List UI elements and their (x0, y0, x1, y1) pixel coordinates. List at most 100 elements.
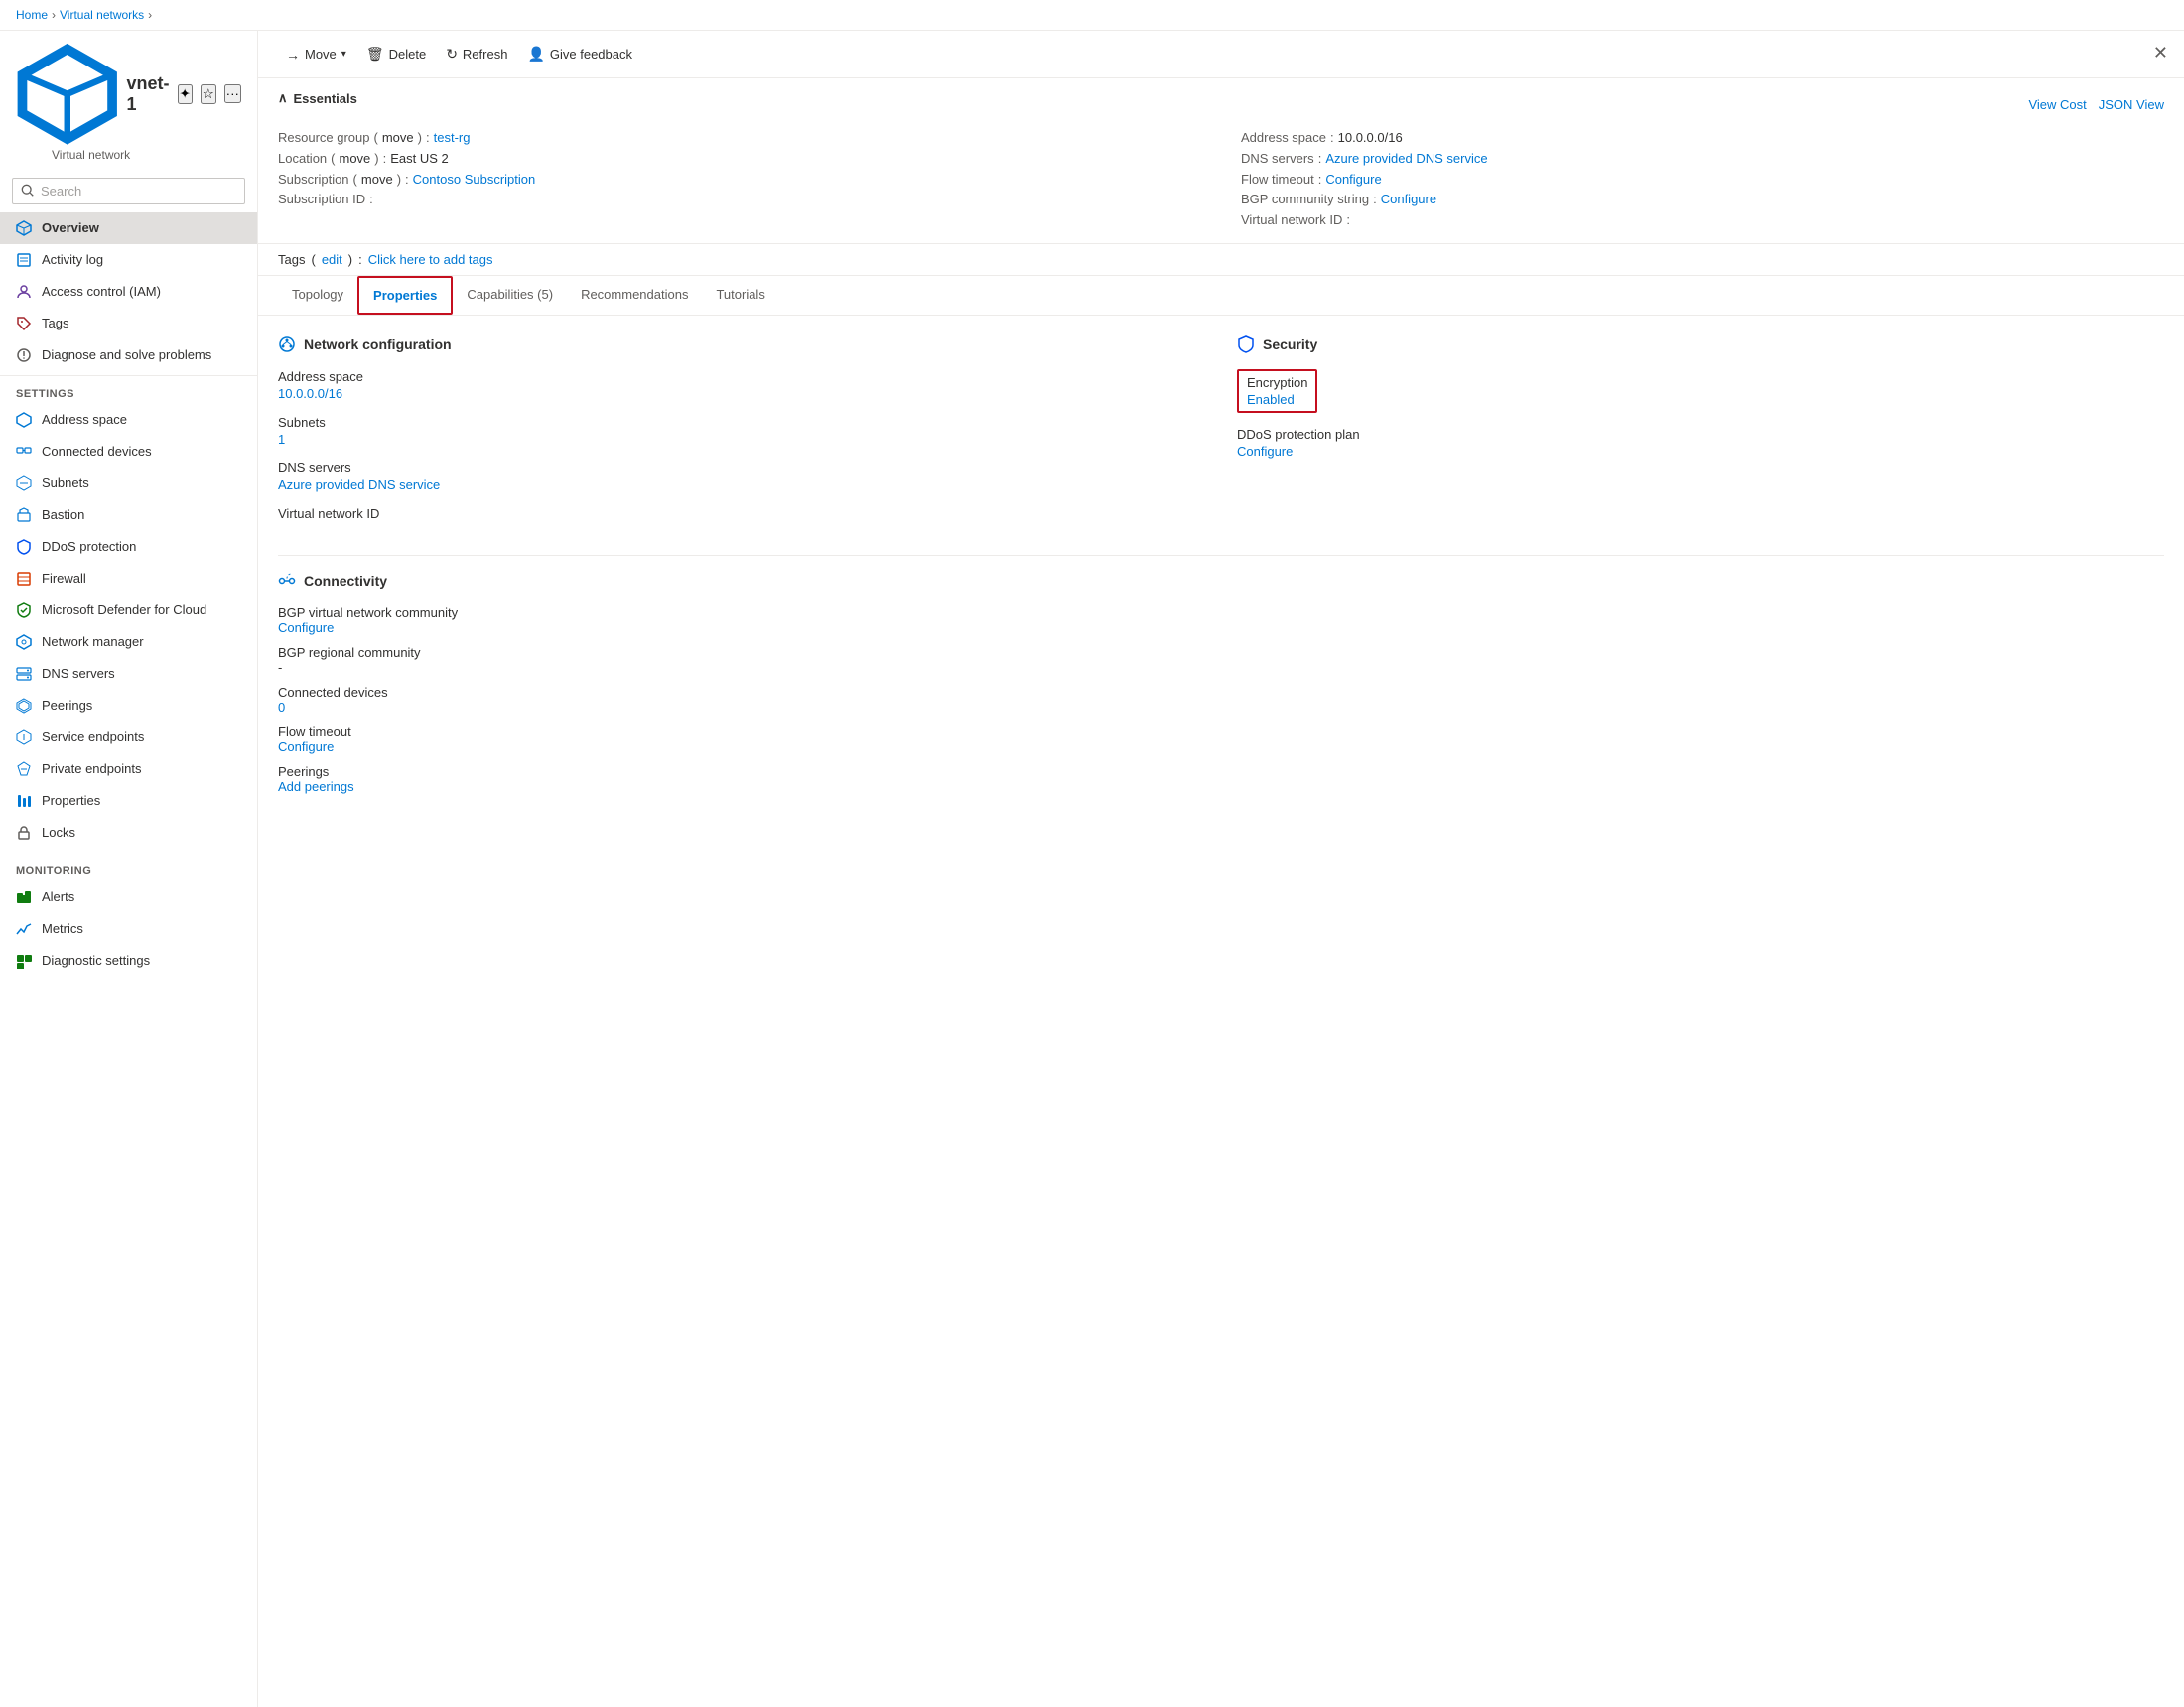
json-view-link[interactable]: JSON View (2099, 97, 2164, 112)
subscription-id-row: Subscription ID : (278, 190, 1201, 210)
prop-dns-servers: DNS servers Azure provided DNS service (278, 460, 1205, 492)
bgp-community-value-link[interactable]: Configure (1381, 192, 1436, 206)
sidebar-item-diagnostic[interactable]: Diagnostic settings (0, 945, 257, 977)
network-config-icon (278, 335, 296, 353)
conn-bgp-regional-value: - (278, 660, 1201, 675)
sidebar-item-ddos[interactable]: DDoS protection (0, 531, 257, 563)
delete-button[interactable]: 🗑 Delete (358, 41, 434, 67)
favorite-button[interactable]: ☆ (201, 84, 216, 104)
sidebar-item-tags[interactable]: Tags (0, 308, 257, 339)
encryption-value-link[interactable]: Enabled (1247, 392, 1295, 407)
delete-icon: 🗑 (366, 46, 384, 63)
tab-tutorials[interactable]: Tutorials (702, 277, 778, 314)
more-button[interactable]: ··· (224, 84, 241, 103)
sidebar-item-dns-servers[interactable]: DNS servers (0, 658, 257, 690)
sidebar-item-activity-log[interactable]: Activity log (0, 244, 257, 276)
search-container (0, 170, 257, 212)
security-section: Security Encryption Enabled DDoS protect… (1237, 335, 2164, 535)
move-chevron-icon: ▾ (341, 49, 346, 60)
sidebar-item-peerings-label: Peerings (42, 698, 92, 713)
sidebar-item-properties[interactable]: Properties (0, 785, 257, 817)
search-input[interactable] (12, 178, 245, 204)
move-button[interactable]: → Move ▾ (278, 42, 354, 67)
tags-icon (16, 316, 32, 331)
subscription-move-link[interactable]: move (361, 170, 393, 191)
sidebar-item-iam[interactable]: Access control (IAM) (0, 276, 257, 308)
close-button[interactable]: ✕ (2153, 43, 2168, 64)
sidebar-item-peerings[interactable]: Peerings (0, 690, 257, 722)
sidebar-item-activity-label: Activity log (42, 252, 103, 267)
sidebar-item-metrics[interactable]: Metrics (0, 913, 257, 945)
tab-topology[interactable]: Topology (278, 277, 357, 314)
prop-address-space: Address space 10.0.0.0/16 (278, 369, 1205, 401)
tags-label: Tags (278, 252, 305, 267)
pin-button[interactable]: ✦ (178, 84, 193, 104)
sidebar-item-address-space[interactable]: Address space (0, 404, 257, 436)
feedback-button[interactable]: 👤 Give feedback (519, 41, 640, 67)
resource-group-move-link[interactable]: move (382, 128, 414, 149)
ddos-configure-link[interactable]: Configure (1237, 444, 1293, 459)
sidebar-item-bastion[interactable]: Bastion (0, 499, 257, 531)
location-row: Location (move) : East US 2 (278, 149, 1201, 170)
main-content: ✕ → Move ▾ 🗑 Delete ↻ Refresh 👤 Give fee… (258, 31, 2184, 1707)
sidebar-item-alerts[interactable]: Alerts (0, 881, 257, 913)
sidebar-item-alerts-label: Alerts (42, 889, 74, 904)
sidebar-item-service-endpoints[interactable]: Service endpoints (0, 722, 257, 753)
breadcrumb-section[interactable]: Virtual networks (60, 8, 144, 22)
breadcrumb-home[interactable]: Home (16, 8, 48, 22)
dns-servers-value-link[interactable]: Azure provided DNS service (1325, 151, 1487, 166)
sidebar-item-diagnose[interactable]: Diagnose and solve problems (0, 339, 257, 371)
location-value: East US 2 (390, 149, 449, 170)
flow-timeout-value-link[interactable]: Configure (1325, 172, 1381, 187)
connectivity-title: Connectivity (278, 555, 2164, 590)
conn-peerings-link[interactable]: Add peerings (278, 779, 354, 794)
metrics-icon (16, 921, 32, 937)
prop-subnets-link[interactable]: 1 (278, 432, 285, 447)
tab-properties[interactable]: Properties (357, 276, 453, 315)
sidebar-item-private-endpoints-label: Private endpoints (42, 761, 141, 776)
sidebar-item-network-manager[interactable]: Network manager (0, 626, 257, 658)
bgp-community-row: BGP community string : Configure (1241, 190, 2164, 210)
sidebar-item-dns-label: DNS servers (42, 666, 115, 681)
breadcrumb: Home › Virtual networks › (0, 0, 2184, 31)
properties-icon (16, 793, 32, 809)
conn-connected-devices-link[interactable]: 0 (278, 700, 285, 715)
sidebar-item-iam-label: Access control (IAM) (42, 284, 161, 299)
tabs-bar: Topology Properties Capabilities (5) Rec… (258, 276, 2184, 316)
tags-edit-link[interactable]: edit (322, 252, 342, 267)
tab-recommendations[interactable]: Recommendations (567, 277, 702, 314)
sidebar-item-connected-devices[interactable]: Connected devices (0, 436, 257, 467)
move-label: Move (305, 47, 337, 62)
refresh-button[interactable]: ↻ Refresh (438, 41, 515, 67)
conn-bgp-community-link[interactable]: Configure (278, 620, 334, 635)
sidebar-item-bastion-label: Bastion (42, 507, 84, 522)
prop-dns-servers-link[interactable]: Azure provided DNS service (278, 477, 440, 492)
resource-group-value-link[interactable]: test-rg (434, 130, 471, 145)
sidebar-item-subnets[interactable]: Subnets (0, 467, 257, 499)
defender-icon (16, 602, 32, 618)
sidebar-item-firewall[interactable]: Firewall (0, 563, 257, 594)
location-move-link[interactable]: move (340, 149, 371, 170)
sidebar-item-locks[interactable]: Locks (0, 817, 257, 849)
subscription-value-link[interactable]: Contoso Subscription (413, 172, 536, 187)
conn-flow-timeout-link[interactable]: Configure (278, 739, 334, 754)
resource-title: vnet-1 (127, 73, 170, 115)
prop-vnet-id: Virtual network ID (278, 506, 1205, 521)
tab-capabilities[interactable]: Capabilities (5) (453, 277, 567, 314)
sidebar-item-private-endpoints[interactable]: Private endpoints (0, 753, 257, 785)
sidebar-item-address-space-label: Address space (42, 412, 127, 427)
sidebar-item-overview[interactable]: Overview (0, 212, 257, 244)
view-cost-link[interactable]: View Cost (2028, 97, 2086, 112)
essentials-collapse-icon[interactable]: ∧ (278, 90, 288, 106)
resource-group-row: Resource group (move) : test-rg (278, 128, 1201, 149)
tags-add-link[interactable]: Click here to add tags (368, 252, 493, 267)
sidebar-item-defender[interactable]: Microsoft Defender for Cloud (0, 594, 257, 626)
sidebar-item-locks-label: Locks (42, 825, 75, 840)
essentials-actions: View Cost JSON View (2028, 97, 2164, 112)
address-space-value: 10.0.0.0/16 (1338, 128, 1403, 149)
vnet-icon (16, 43, 119, 146)
prop-address-space-link[interactable]: 10.0.0.0/16 (278, 386, 342, 401)
iam-icon (16, 284, 32, 300)
resource-subtitle: Virtual network (16, 148, 241, 162)
monitoring-section-label: Monitoring (0, 853, 257, 881)
